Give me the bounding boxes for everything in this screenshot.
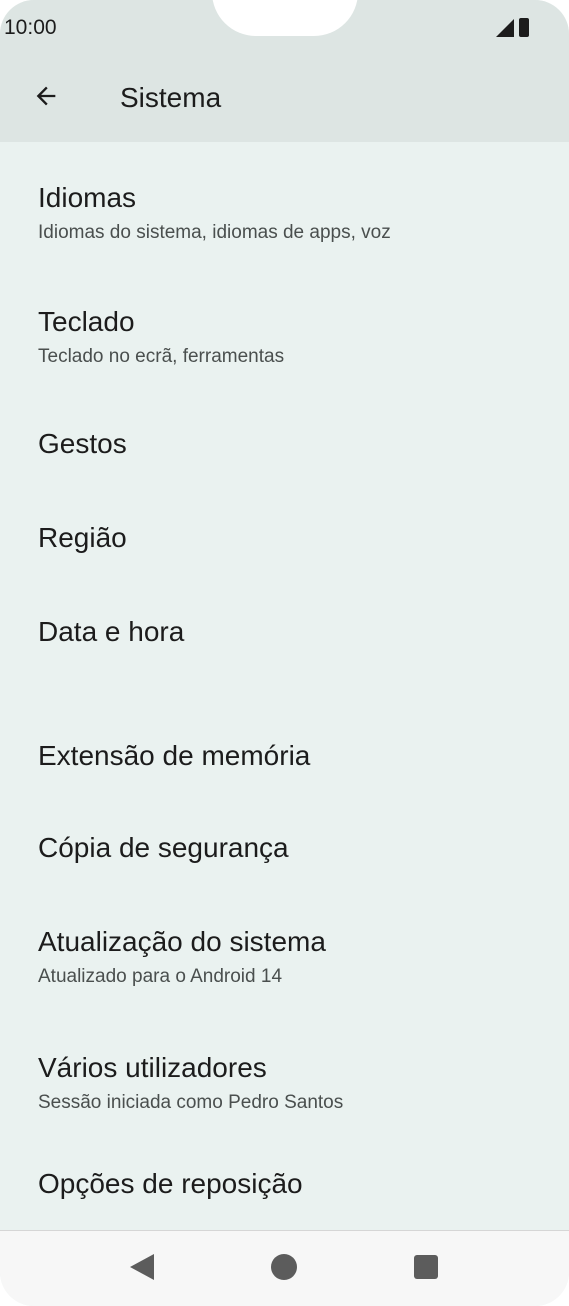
page-title: Sistema bbox=[120, 82, 222, 113]
settings-item-title: Opções de reposição bbox=[38, 1168, 303, 1199]
settings-item-copia-seguranca[interactable]: Cópia de segurança bbox=[0, 814, 569, 904]
back-button[interactable] bbox=[22, 72, 70, 120]
settings-item-title: Gestos bbox=[38, 428, 127, 459]
settings-item-title: Extensão de memória bbox=[38, 740, 311, 771]
settings-item-data-hora[interactable]: Data e hora bbox=[0, 598, 569, 688]
status-time: 10:00 bbox=[4, 16, 57, 39]
settings-item-title: Vários utilizadores bbox=[38, 1052, 267, 1083]
settings-item-varios-utilizadores[interactable]: Vários utilizadores Sessão iniciada como… bbox=[0, 1034, 569, 1146]
status-icons bbox=[496, 18, 529, 37]
toolbar: Sistema bbox=[0, 62, 569, 136]
settings-item-opcoes-reposicao[interactable]: Opções de reposição bbox=[0, 1152, 569, 1230]
settings-item-teclado[interactable]: Teclado Teclado no ecrã, ferramentas bbox=[0, 288, 569, 400]
settings-item-title: Atualização do sistema bbox=[38, 926, 326, 957]
signal-icon bbox=[496, 18, 514, 37]
arrow-back-icon bbox=[36, 86, 56, 106]
navigation-bar bbox=[0, 1230, 569, 1306]
settings-item-subtitle: Atualizado para o Android 14 bbox=[38, 966, 283, 987]
nav-home-icon bbox=[271, 1254, 297, 1280]
nav-recents-icon bbox=[414, 1255, 438, 1279]
nav-back-button[interactable] bbox=[114, 1243, 170, 1291]
settings-item-atualizacao-sistema[interactable]: Atualização do sistema Atualizado para o… bbox=[0, 908, 569, 1020]
nav-recents-button[interactable] bbox=[398, 1243, 454, 1291]
settings-item-title: Cópia de segurança bbox=[38, 832, 289, 863]
settings-item-idiomas[interactable]: Idiomas Idiomas do sistema, idiomas de a… bbox=[0, 164, 569, 276]
settings-item-title: Idiomas bbox=[38, 182, 137, 213]
camera-notch bbox=[212, 0, 358, 36]
settings-item-title: Teclado bbox=[38, 306, 135, 337]
app-header: 10:00 Sistema bbox=[0, 0, 569, 142]
nav-back-icon bbox=[130, 1254, 154, 1280]
settings-item-subtitle: Teclado no ecrã, ferramentas bbox=[38, 346, 285, 367]
settings-item-title: Data e hora bbox=[38, 616, 185, 647]
settings-item-title: Região bbox=[38, 522, 127, 553]
nav-home-button[interactable] bbox=[256, 1243, 312, 1291]
settings-item-subtitle: Idiomas do sistema, idiomas de apps, voz bbox=[38, 222, 391, 243]
settings-item-subtitle: Sessão iniciada como Pedro Santos bbox=[38, 1092, 344, 1113]
settings-item-regiao[interactable]: Região bbox=[0, 504, 569, 594]
phone-screen: 10:00 Sistema Idiomas Idiomas do sistema… bbox=[0, 0, 569, 1306]
settings-item-gestos[interactable]: Gestos bbox=[0, 410, 569, 500]
battery-icon bbox=[519, 18, 529, 37]
settings-item-extensao-memoria[interactable]: Extensão de memória bbox=[0, 722, 569, 812]
